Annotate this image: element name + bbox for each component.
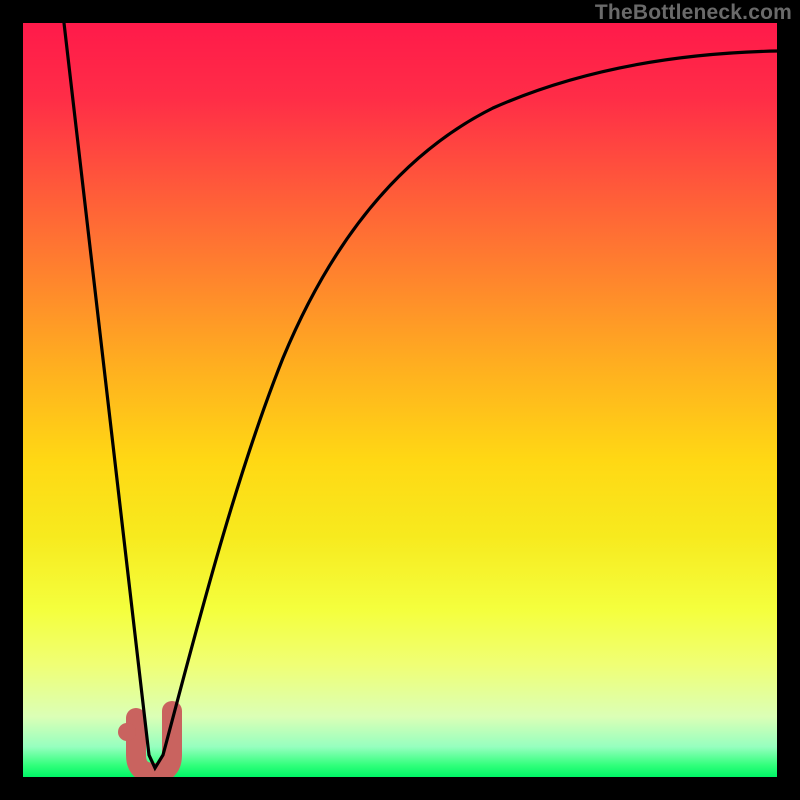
j-marker-dot	[118, 723, 136, 741]
bottleneck-curve	[64, 23, 777, 768]
plot-area	[23, 23, 777, 777]
curve-svg	[23, 23, 777, 777]
chart-frame: TheBottleneck.com	[0, 0, 800, 800]
watermark-text: TheBottleneck.com	[595, 1, 792, 25]
